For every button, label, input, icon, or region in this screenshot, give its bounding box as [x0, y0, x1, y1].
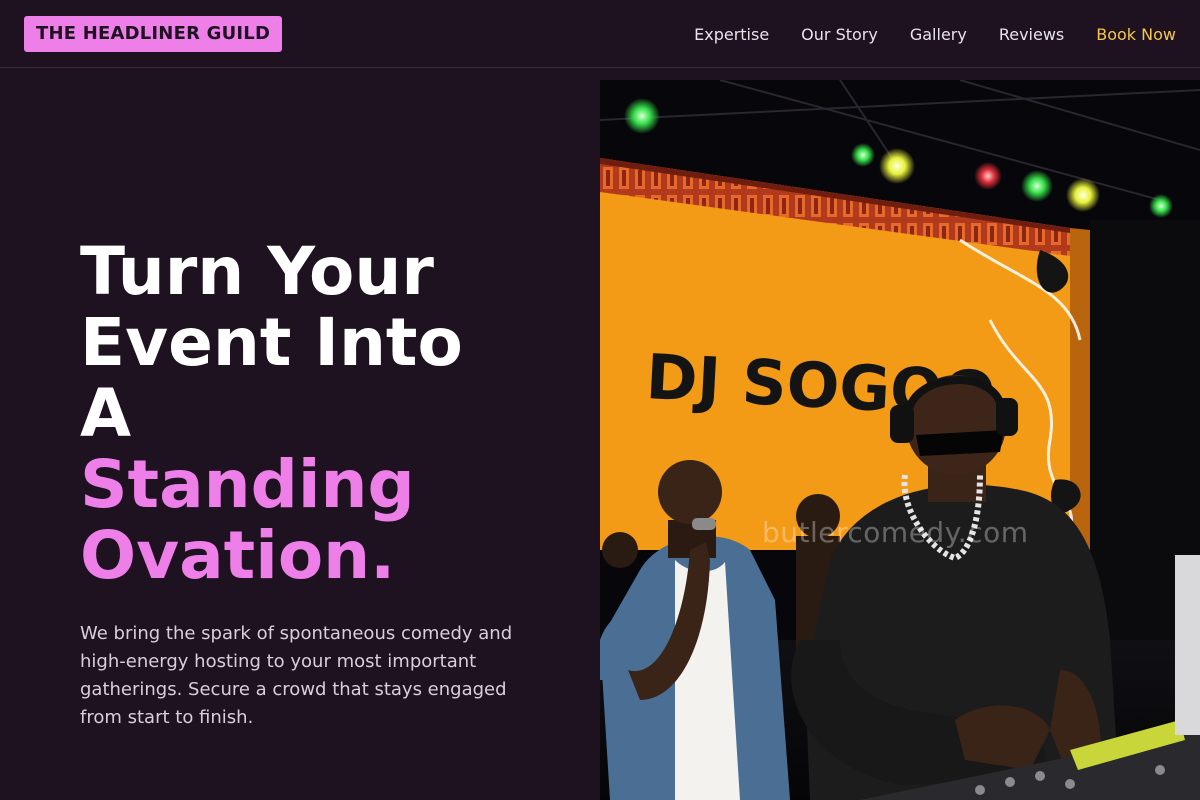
nav-link-our-story[interactable]: Our Story [801, 25, 878, 44]
headline-accent-line-1: Standing [80, 446, 415, 523]
book-now-link[interactable]: Book Now [1096, 25, 1176, 44]
nav-link-expertise[interactable]: Expertise [694, 25, 769, 44]
hero-photo: DJ SOGOO butlercomedy.com [600, 80, 1200, 800]
headline-line-2: Event Into [80, 304, 463, 381]
brand-logo[interactable]: THE HEADLINER GUILD [24, 16, 283, 52]
top-navigation-bar: THE HEADLINER GUILD Expertise Our Story … [0, 0, 1200, 68]
main-nav: Expertise Our Story Gallery Reviews Book… [694, 0, 1176, 68]
nav-link-gallery[interactable]: Gallery [910, 25, 967, 44]
headline-line-3: A [80, 375, 132, 452]
hero-photo-illustration: DJ SOGOO [600, 80, 1200, 800]
hero-headline: Turn Your Event Into A Standing Ovation. [80, 236, 580, 591]
photo-watermark: butlercomedy.com [762, 516, 1029, 549]
hero-subtitle: We bring the spark of spontaneous comedy… [80, 623, 513, 728]
headline-accent-line-2: Ovation. [80, 517, 396, 594]
nav-link-reviews[interactable]: Reviews [999, 25, 1064, 44]
headline-line-1: Turn Your [80, 233, 434, 310]
